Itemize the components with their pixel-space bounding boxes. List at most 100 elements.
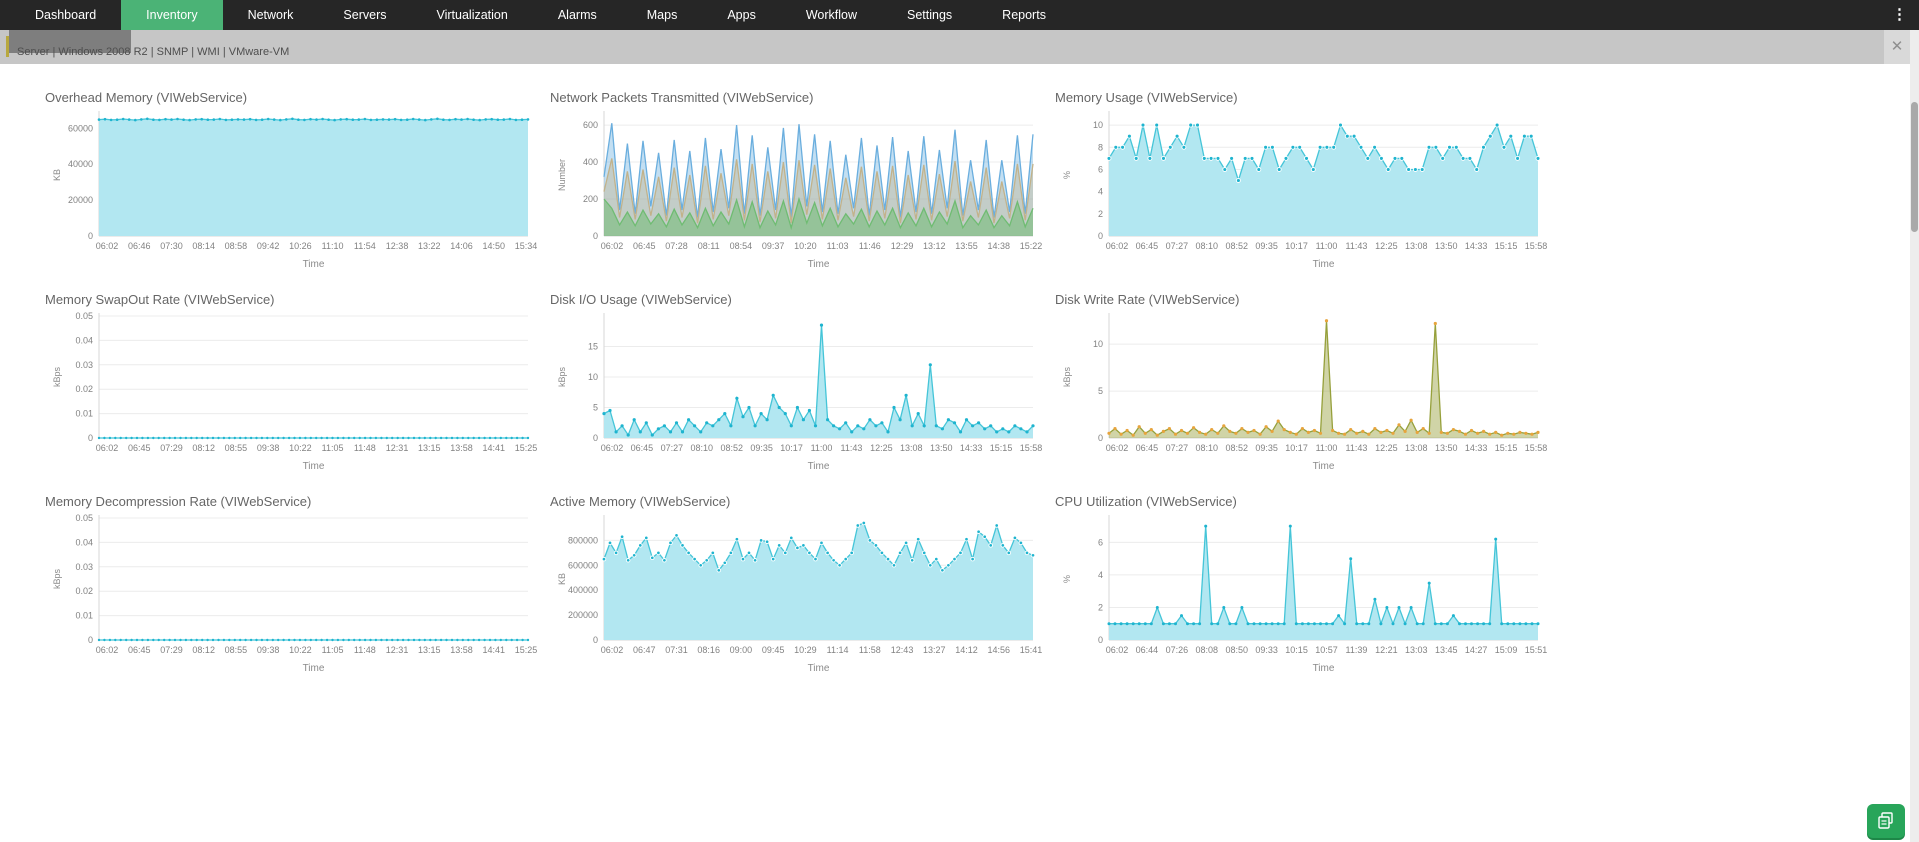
svg-text:kBps: kBps (557, 366, 567, 387)
nav-item-inventory[interactable]: Inventory (121, 0, 222, 30)
svg-text:15:58: 15:58 (1525, 241, 1548, 251)
nav-item-network[interactable]: Network (223, 0, 319, 30)
svg-text:13:50: 13:50 (1435, 443, 1458, 453)
nav-item-virtualization[interactable]: Virtualization (412, 0, 533, 30)
svg-text:0: 0 (88, 231, 93, 241)
scrollbar[interactable] (1910, 30, 1919, 842)
svg-text:10:22: 10:22 (289, 443, 312, 453)
nav-item-apps[interactable]: Apps (702, 0, 781, 30)
svg-text:09:35: 09:35 (750, 443, 773, 453)
svg-text:Time: Time (808, 259, 830, 270)
svg-text:4: 4 (1098, 187, 1103, 197)
svg-text:06:45: 06:45 (1136, 443, 1159, 453)
charts-grid: Overhead Memory (VIWebService) 020000400… (44, 90, 1919, 696)
svg-text:11:14: 11:14 (827, 645, 849, 655)
svg-text:600: 600 (583, 120, 598, 130)
kebab-menu-icon[interactable]: ⋮ (1880, 0, 1919, 30)
svg-text:0.01: 0.01 (75, 611, 93, 621)
chart-title: Memory Decompression Rate (VIWebService) (45, 494, 549, 509)
chart-title: Disk I/O Usage (VIWebService) (550, 292, 1054, 307)
svg-text:11:48: 11:48 (354, 645, 376, 655)
nav-item-dashboard[interactable]: Dashboard (10, 0, 121, 30)
chart-overhead-memory: Overhead Memory (VIWebService) 020000400… (44, 90, 549, 292)
nav-item-reports[interactable]: Reports (977, 0, 1071, 30)
chart-memory-usage: Memory Usage (VIWebService) 0246810%06:0… (1054, 90, 1559, 292)
svg-text:14:38: 14:38 (988, 241, 1011, 251)
svg-text:07:30: 07:30 (160, 241, 183, 251)
chart-title: CPU Utilization (VIWebService) (1055, 494, 1559, 509)
svg-text:0: 0 (88, 635, 93, 645)
chart-cpu-utilization: CPU Utilization (VIWebService) 0246%06:0… (1054, 494, 1559, 696)
svg-text:Time: Time (303, 259, 325, 270)
svg-text:11:54: 11:54 (354, 241, 376, 251)
svg-text:15:15: 15:15 (1495, 241, 1518, 251)
svg-text:10: 10 (588, 372, 598, 382)
svg-text:08:55: 08:55 (225, 443, 248, 453)
svg-text:4: 4 (1098, 570, 1103, 580)
svg-text:08:11: 08:11 (698, 241, 720, 251)
chart-title: Overhead Memory (VIWebService) (45, 90, 549, 105)
svg-text:08:10: 08:10 (691, 443, 714, 453)
svg-text:KB: KB (52, 169, 62, 181)
svg-text:400000: 400000 (568, 585, 598, 595)
svg-text:11:03: 11:03 (827, 241, 849, 251)
svg-text:09:00: 09:00 (730, 645, 753, 655)
svg-text:13:50: 13:50 (930, 443, 953, 453)
svg-text:09:45: 09:45 (762, 645, 785, 655)
svg-text:13:15: 13:15 (418, 443, 441, 453)
svg-text:06:02: 06:02 (96, 443, 119, 453)
svg-text:200000: 200000 (568, 610, 598, 620)
chat-widget-button[interactable] (1867, 804, 1905, 838)
svg-text:400: 400 (583, 157, 598, 167)
scrollbar-thumb[interactable] (1911, 102, 1918, 232)
svg-text:13:45: 13:45 (1435, 645, 1458, 655)
nav-item-alarms[interactable]: Alarms (533, 0, 622, 30)
svg-text:800000: 800000 (568, 535, 598, 545)
svg-text:09:35: 09:35 (1255, 443, 1278, 453)
svg-text:0.01: 0.01 (75, 409, 93, 419)
chart-memory-swapout-rate: Memory SwapOut Rate (VIWebService) 00.01… (44, 292, 549, 494)
svg-text:KB: KB (557, 573, 567, 585)
nav-item-maps[interactable]: Maps (622, 0, 703, 30)
svg-text:12:43: 12:43 (891, 645, 914, 655)
close-icon[interactable]: ✕ (1884, 30, 1910, 64)
svg-text:15:22: 15:22 (1020, 241, 1043, 251)
nav-item-settings[interactable]: Settings (882, 0, 977, 30)
nav-item-servers[interactable]: Servers (318, 0, 411, 30)
svg-text:11:48: 11:48 (354, 443, 376, 453)
svg-text:6: 6 (1098, 537, 1103, 547)
svg-text:06:02: 06:02 (1106, 645, 1129, 655)
svg-text:06:02: 06:02 (601, 241, 624, 251)
svg-text:10:26: 10:26 (289, 241, 312, 251)
svg-text:06:02: 06:02 (1106, 241, 1129, 251)
svg-text:10: 10 (1093, 120, 1103, 130)
svg-text:11:39: 11:39 (1345, 645, 1367, 655)
svg-text:0: 0 (1098, 433, 1103, 443)
svg-text:14:06: 14:06 (450, 241, 473, 251)
svg-text:09:33: 09:33 (1255, 645, 1278, 655)
svg-text:14:27: 14:27 (1465, 645, 1488, 655)
svg-text:0.02: 0.02 (75, 586, 93, 596)
svg-text:08:10: 08:10 (1196, 443, 1219, 453)
svg-text:06:45: 06:45 (128, 645, 151, 655)
svg-text:15:34: 15:34 (515, 241, 538, 251)
svg-text:15:25: 15:25 (515, 645, 538, 655)
svg-text:11:05: 11:05 (322, 645, 344, 655)
chart-canvas: 0200000400000600000800000KB06:0206:4707:… (549, 510, 1054, 678)
svg-text:06:47: 06:47 (633, 645, 656, 655)
svg-text:200: 200 (583, 194, 598, 204)
svg-text:06:02: 06:02 (96, 645, 119, 655)
svg-text:11:00: 11:00 (1316, 443, 1338, 453)
svg-text:10:22: 10:22 (289, 645, 312, 655)
svg-text:Time: Time (303, 461, 325, 472)
svg-text:15:09: 15:09 (1495, 645, 1518, 655)
svg-text:11:10: 11:10 (322, 241, 344, 251)
svg-text:13:27: 13:27 (923, 645, 946, 655)
svg-text:06:02: 06:02 (1106, 443, 1129, 453)
svg-text:06:45: 06:45 (1136, 241, 1159, 251)
svg-text:07:28: 07:28 (665, 241, 688, 251)
svg-text:0: 0 (1098, 231, 1103, 241)
svg-text:13:22: 13:22 (418, 241, 441, 251)
device-summary-text: Server | Windows 2008 R2 | SNMP | WMI | … (17, 46, 289, 58)
nav-item-workflow[interactable]: Workflow (781, 0, 882, 30)
